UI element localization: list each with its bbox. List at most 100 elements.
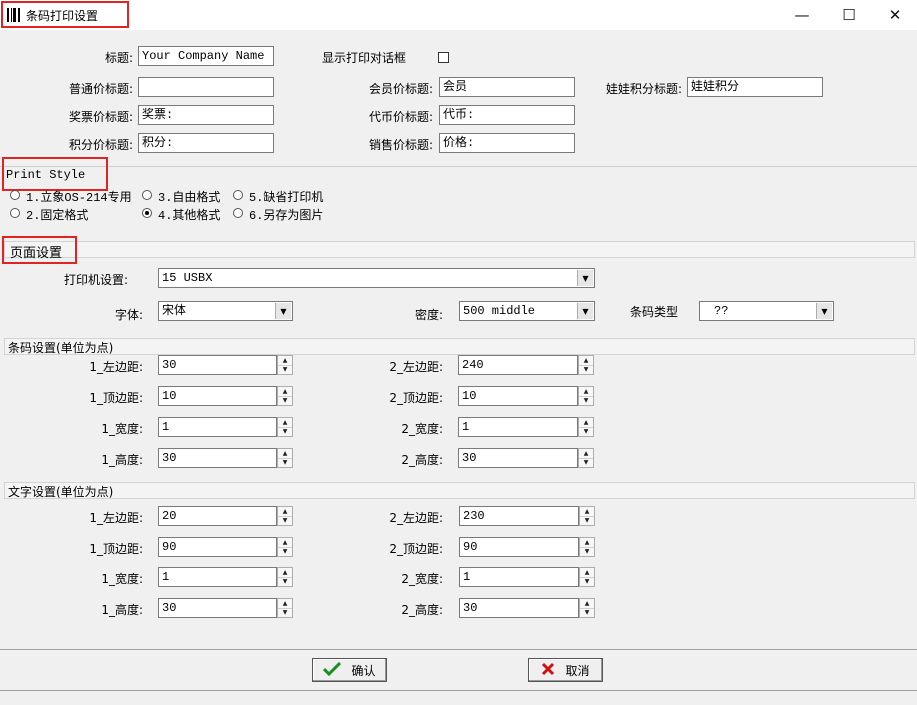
text-top-margin-1-label: 1_顶边距: <box>89 542 143 556</box>
barcode-left-margin-2-input[interactable]: 240 <box>458 355 578 375</box>
maximize-button[interactable]: ☐ <box>826 0 872 30</box>
text-height-1-stepper[interactable]: ▲ ▼ <box>277 598 293 618</box>
arrow-down-icon[interactable]: ▼ <box>579 427 593 436</box>
arrow-down-icon[interactable]: ▼ <box>278 458 292 467</box>
text-left-margin-1-input[interactable]: 20 <box>158 506 277 526</box>
font-label: 字体: <box>114 308 143 322</box>
radio-option-6[interactable] <box>233 208 243 218</box>
sale-price-field[interactable]: 价格: <box>439 133 575 153</box>
radio-option-1-label: 1.立象OS-214专用 <box>26 191 132 205</box>
points-price-label: 积分价标题: <box>68 138 133 152</box>
radio-option-1[interactable] <box>10 190 20 200</box>
title-field[interactable]: Your Company Name <box>138 46 274 66</box>
minimize-button[interactable]: — <box>779 0 825 30</box>
arrow-down-icon[interactable]: ▼ <box>278 396 292 405</box>
doll-points-field[interactable]: 娃娃积分 <box>687 77 823 97</box>
points-price-field[interactable]: 积分: <box>138 133 274 153</box>
x-icon <box>541 662 555 679</box>
barcode-width-1-stepper[interactable]: ▲ ▼ <box>277 417 293 437</box>
arrow-down-icon[interactable]: ▼ <box>278 608 292 617</box>
text-width-1-input[interactable]: 1 <box>158 567 277 587</box>
arrow-down-icon[interactable]: ▼ <box>278 547 292 556</box>
arrow-down-icon[interactable]: ▼ <box>580 547 594 556</box>
barcode-height-1-label: 1_高度: <box>101 453 143 467</box>
barcode-top-margin-2-stepper[interactable]: ▲ ▼ <box>578 386 594 406</box>
text-top-margin-1-stepper[interactable]: ▲ ▼ <box>277 537 293 557</box>
density-select-value: 500 middle <box>463 304 536 318</box>
barcode-type-select-value: ?? <box>714 304 729 318</box>
barcode-width-2-input[interactable]: 1 <box>458 417 578 437</box>
barcode-top-margin-1-input[interactable]: 10 <box>158 386 277 406</box>
ok-button[interactable]: 确认 <box>312 658 387 682</box>
arrow-down-icon[interactable]: ▼ <box>278 577 292 586</box>
token-price-label: 代币价标题: <box>368 110 433 124</box>
normal-price-field[interactable] <box>138 77 274 97</box>
radio-option-2[interactable] <box>10 208 20 218</box>
printer-select[interactable]: 15 USBX ▼ <box>158 268 595 288</box>
cancel-button[interactable]: 取消 <box>528 658 603 682</box>
close-button[interactable]: ✕ <box>872 0 917 30</box>
minimize-icon: — <box>794 6 810 24</box>
radio-option-4[interactable] <box>142 208 152 218</box>
lottery-price-field[interactable]: 奖票: <box>138 105 274 125</box>
density-select[interactable]: 500 middle ▼ <box>459 301 595 321</box>
arrow-down-icon[interactable]: ▼ <box>278 365 292 374</box>
ok-button-label: 确认 <box>351 663 376 678</box>
arrow-down-icon[interactable]: ▼ <box>579 458 593 467</box>
barcode-height-2-stepper[interactable]: ▲ ▼ <box>578 448 594 468</box>
arrow-down-icon[interactable]: ▼ <box>579 365 593 374</box>
barcode-type-label: 条码类型 <box>630 305 679 319</box>
chevron-down-icon: ▼ <box>577 270 593 286</box>
barcode-left-margin-1-input[interactable]: 30 <box>158 355 277 375</box>
radio-option-5[interactable] <box>233 190 243 200</box>
text-width-1-stepper[interactable]: ▲ ▼ <box>277 567 293 587</box>
arrow-down-icon[interactable]: ▼ <box>278 427 292 436</box>
barcode-width-2-stepper[interactable]: ▲ ▼ <box>578 417 594 437</box>
barcode-height-1-input[interactable]: 30 <box>158 448 277 468</box>
text-height-2-input[interactable]: 30 <box>459 598 579 618</box>
barcode-left-margin-1-stepper[interactable]: ▲ ▼ <box>277 355 293 375</box>
chevron-down-icon: ▼ <box>816 303 832 319</box>
text-top-margin-2-input[interactable]: 90 <box>459 537 579 557</box>
arrow-down-icon[interactable]: ▼ <box>580 577 594 586</box>
font-select[interactable]: 宋体 ▼ <box>158 301 293 321</box>
barcode-settings-section <box>4 338 915 355</box>
arrow-down-icon[interactable]: ▼ <box>278 516 292 525</box>
text-width-2-input[interactable]: 1 <box>459 567 579 587</box>
barcode-type-select[interactable]: ?? ▼ <box>699 301 834 321</box>
text-left-margin-1-label: 1_左边距: <box>89 511 143 525</box>
radio-option-3[interactable] <box>142 190 152 200</box>
barcode-icon <box>7 8 21 22</box>
arrow-down-icon[interactable]: ▼ <box>580 516 594 525</box>
footer-divider <box>0 649 917 650</box>
text-height-1-input[interactable]: 30 <box>158 598 277 618</box>
barcode-height-2-input[interactable]: 30 <box>458 448 578 468</box>
barcode-top-margin-1-stepper[interactable]: ▲ ▼ <box>277 386 293 406</box>
page-setup-title: 页面设置 <box>10 246 63 261</box>
maximize-icon: ☐ <box>842 6 856 24</box>
show-dialog-checkbox[interactable] <box>438 52 449 63</box>
text-height-2-stepper[interactable]: ▲ ▼ <box>579 598 595 618</box>
barcode-width-1-label: 1_宽度: <box>101 422 143 436</box>
text-left-margin-1-stepper[interactable]: ▲ ▼ <box>277 506 293 526</box>
member-price-field[interactable]: 会员 <box>439 77 575 97</box>
arrow-down-icon[interactable]: ▼ <box>580 608 594 617</box>
arrow-down-icon[interactable]: ▼ <box>579 396 593 405</box>
printer-label: 打印机设置: <box>63 273 128 287</box>
text-top-margin-1-input[interactable]: 90 <box>158 537 277 557</box>
barcode-left-margin-2-stepper[interactable]: ▲ ▼ <box>578 355 594 375</box>
text-left-margin-2-input[interactable]: 230 <box>459 506 579 526</box>
font-select-value: 宋体 <box>162 304 187 318</box>
print-style-title: Print Style <box>6 168 86 182</box>
chevron-down-icon: ▼ <box>275 303 291 319</box>
barcode-top-margin-2-input[interactable]: 10 <box>458 386 578 406</box>
barcode-height-1-stepper[interactable]: ▲ ▼ <box>277 448 293 468</box>
token-price-field[interactable]: 代币: <box>439 105 575 125</box>
doll-points-label: 娃娃积分标题: <box>605 82 682 96</box>
text-top-margin-2-stepper[interactable]: ▲ ▼ <box>579 537 595 557</box>
text-width-1-label: 1_宽度: <box>101 572 143 586</box>
text-left-margin-2-stepper[interactable]: ▲ ▼ <box>579 506 595 526</box>
barcode-width-1-input[interactable]: 1 <box>158 417 277 437</box>
status-divider <box>0 690 917 691</box>
text-width-2-stepper[interactable]: ▲ ▼ <box>579 567 595 587</box>
